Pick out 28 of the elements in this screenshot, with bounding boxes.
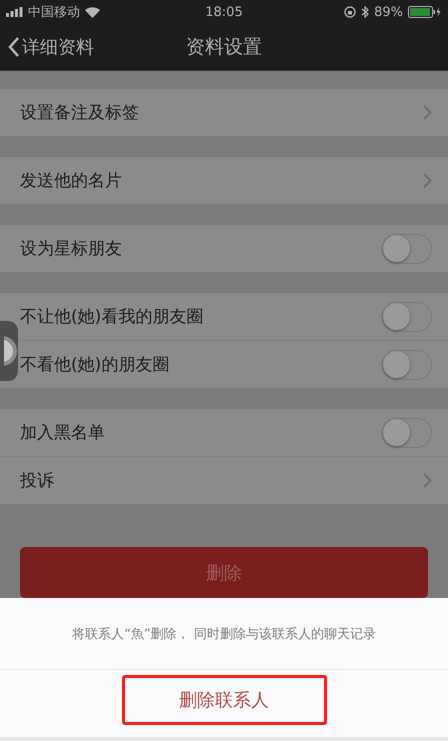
signal-icon xyxy=(6,7,23,17)
row-label: 加入黑名单 xyxy=(20,422,106,444)
battery-charging-icon xyxy=(408,6,442,18)
back-chevron-icon xyxy=(8,37,20,57)
chevron-icon xyxy=(423,105,432,120)
rotation-lock-icon xyxy=(344,6,356,18)
toggle-switch[interactable] xyxy=(382,234,432,264)
sheet-message: 将联系人“魚”删除， 同时删除与该联系人的聊天记录 xyxy=(0,598,448,670)
settings-row[interactable]: 投诉 xyxy=(0,456,448,504)
row-label: 设为星标朋友 xyxy=(20,238,123,260)
wifi-icon xyxy=(85,6,100,18)
back-button[interactable]: 详细资料 xyxy=(0,35,102,59)
toggle-switch[interactable] xyxy=(382,418,432,448)
row-label: 不看他(她)的朋友圈 xyxy=(20,354,170,376)
battery-percent: 89% xyxy=(374,4,403,20)
settings-row[interactable]: 设置备注及标签 xyxy=(0,89,448,136)
delete-contact-button[interactable]: 删除联系人 xyxy=(122,675,326,725)
carrier-name: 中国移动 xyxy=(28,4,80,21)
toggle-switch[interactable] xyxy=(382,302,432,332)
toggle-switch[interactable] xyxy=(382,350,432,380)
row-label: 不让他(她)看我的朋友圈 xyxy=(20,306,204,328)
assistive-touch-button[interactable] xyxy=(0,321,18,381)
bluetooth-icon xyxy=(361,6,370,18)
settings-row[interactable]: 发送他的名片 xyxy=(0,157,448,204)
chevron-icon xyxy=(423,473,432,488)
chevron-icon xyxy=(423,173,432,188)
page-title: 资料设置 xyxy=(186,35,262,60)
clock-time: 18:05 xyxy=(205,4,243,20)
